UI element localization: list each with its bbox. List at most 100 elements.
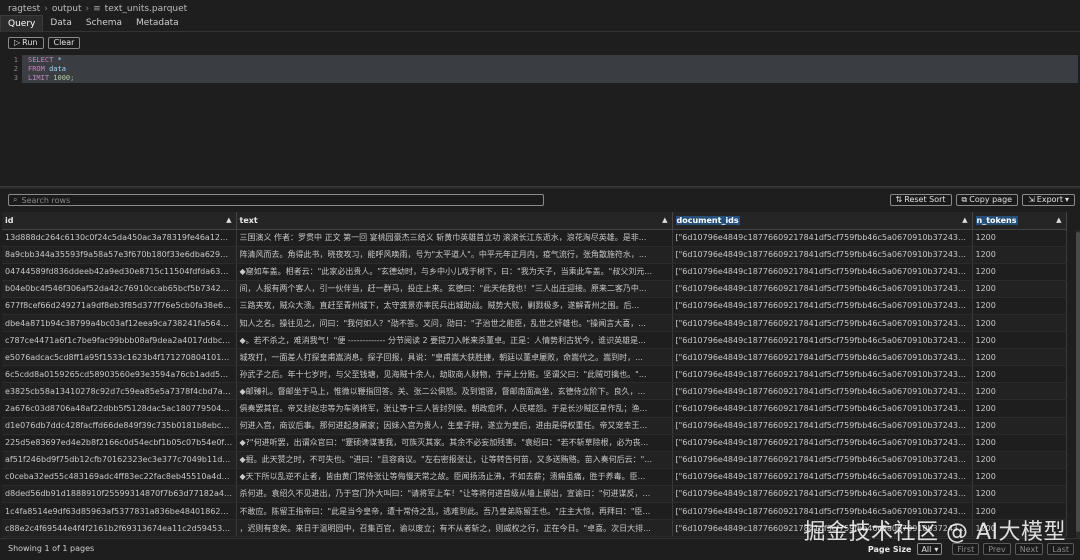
table-row[interactable]: d1e076db7ddc428facffd66de849f39c735b0181… bbox=[2, 417, 1067, 435]
cell-id[interactable]: 225d5e83697ed4e2b8f2166c0d54ecbf1b05c07b… bbox=[2, 434, 237, 452]
cell-n-tokens[interactable]: 1200 bbox=[972, 348, 1067, 367]
cell-document-ids[interactable]: ["6d10796e4849c18776609217841df5cf759fbb… bbox=[672, 297, 973, 315]
cell-document-ids[interactable]: ["6d10796e4849c18776609217841df5cf759fbb… bbox=[672, 417, 973, 435]
vertical-scrollbar[interactable] bbox=[1076, 230, 1080, 538]
table-row[interactable]: af51f246bd9f75db12cfb70162323ec3e377c704… bbox=[2, 451, 1067, 469]
cell-n-tokens[interactable]: 1200 bbox=[972, 297, 1067, 315]
cell-n-tokens[interactable]: 1200 bbox=[972, 331, 1067, 350]
table-row[interactable]: c0ceba32ed55c483169adc4ff83ec22fac8eb455… bbox=[2, 468, 1067, 486]
cell-n-tokens[interactable]: 1200 bbox=[972, 246, 1067, 264]
cell-n-tokens[interactable]: 1200 bbox=[972, 280, 1067, 298]
cell-n-tokens[interactable]: 1200 bbox=[972, 314, 1067, 333]
cell-id[interactable]: 2a676c03d8706a48af22dbb5f5128dac5ac18077… bbox=[2, 399, 237, 418]
cell-document-ids[interactable]: ["6d10796e4849c18776609217841df5cf759fbb… bbox=[672, 468, 973, 486]
table-row[interactable]: 2a676c03d8706a48af22dbb5f5128dac5ac18077… bbox=[2, 399, 1067, 418]
cell-id[interactable]: c88e2c4f69544e4f4f2161b2f69313674ea11c2d… bbox=[2, 519, 237, 538]
breadcrumb-part[interactable]: text_units.parquet bbox=[105, 4, 188, 14]
column-header-id[interactable]: id ▲ bbox=[2, 212, 237, 230]
table-row[interactable]: 8a9cbb344a35593f9a58a57e3f670b180f33e6db… bbox=[2, 246, 1067, 264]
cell-document-ids[interactable]: ["6d10796e4849c18776609217841df5cf759fbb… bbox=[672, 331, 973, 350]
cell-n-tokens[interactable]: 1200 bbox=[972, 382, 1067, 401]
cell-id[interactable]: 13d888dc264c6130c0f24c5da450ac3a78319fe4… bbox=[2, 229, 237, 247]
code-area[interactable]: SELECT * FROM data LIMIT 1000; bbox=[28, 56, 1080, 83]
cell-n-tokens[interactable]: 1200 bbox=[972, 434, 1067, 452]
cell-document-ids[interactable]: ["6d10796e4849c18776609217841df5cf759fbb… bbox=[672, 399, 973, 418]
cell-text[interactable]: ，迟则有变矣。来日于温明园中，召集百官，谕以废立；有不从者斩之，则威权之行，正在… bbox=[236, 519, 673, 538]
cell-text[interactable]: 知人之名。操往见之，问曰："我何如人？"劭不答。又问，劭曰："子治世之能臣，乱世… bbox=[236, 314, 673, 333]
cell-n-tokens[interactable]: 1200 bbox=[972, 263, 1067, 281]
cell-text[interactable]: 孙武子之后。年十七岁时，与父至钱塘，见海贼十余人，劫取商人财物，于岸上分赃。坚谓… bbox=[236, 365, 673, 384]
table-row[interactable]: 677f8cef66d249271a9df8eb3f85d377f76e5cb0… bbox=[2, 297, 1067, 315]
cell-id[interactable]: c787ce4471a6f1c7be9fac99bbb08af9dea2a401… bbox=[2, 331, 237, 350]
cell-id[interactable]: af51f246bd9f75db12cfb70162323ec3e377c704… bbox=[2, 451, 237, 469]
cell-document-ids[interactable]: ["6d10796e4849c18776609217841df5cf759fbb… bbox=[672, 263, 973, 281]
cell-document-ids[interactable]: ["6d10796e4849c18776609217841df5cf759fbb… bbox=[672, 451, 973, 469]
cell-document-ids[interactable]: ["6d10796e4849c18776609217841df5cf759fbb… bbox=[672, 382, 973, 401]
cell-id[interactable]: 677f8cef66d249271a9df8eb3f85d377f76e5cb0… bbox=[2, 297, 237, 315]
sql-editor[interactable]: 1 2 3 SELECT * FROM data LIMIT 1000; bbox=[0, 54, 1080, 186]
cell-id[interactable]: d1e076db7ddc428facffd66de849f39c735b0181… bbox=[2, 417, 237, 435]
cell-text[interactable]: 俱奏罢其官。帝又封赵忠等为车骑将军，张让等十三人皆封列侯。朝政愈坏，人民嗟怨。于… bbox=[236, 399, 673, 418]
reset-sort-button[interactable]: ⇅ Reset Sort bbox=[889, 194, 952, 206]
table-row[interactable]: e3825cb58a13410278c92d7c59ea85e5a7378f4c… bbox=[2, 382, 1067, 401]
cell-n-tokens[interactable]: 1200 bbox=[972, 468, 1067, 486]
cell-text[interactable]: ◆?"何进听罢，出谓众官曰："蹇硕谗谋害我，可族灭其家。其余不必妄加残害。"袁绍… bbox=[236, 434, 673, 452]
cell-text[interactable]: 何进入宫，商议后事。那何进起身屠家；因妹入宫为贵人，生皇子辩，遂立为皇后，进由是… bbox=[236, 417, 673, 435]
tab-metadata[interactable]: Metadata bbox=[129, 15, 186, 31]
search-box[interactable]: ⌕ bbox=[8, 194, 544, 206]
cell-n-tokens[interactable]: 1200 bbox=[972, 485, 1067, 504]
table-row[interactable]: d8ded56db91d1888910f25599314870f7b63d771… bbox=[2, 485, 1067, 504]
cell-text[interactable]: ◆邮臻礼。督邮坐于马上，惟微以鞭指回答。关、张二公俱怒。及到馆驿，督邮南面高坐，… bbox=[236, 382, 673, 401]
cell-id[interactable]: e5076adcac5cd8ff1a95f1533c1623b4f1712708… bbox=[2, 348, 237, 367]
cell-id[interactable]: 04744589fd836ddeeb42a9ed30e8715c11504fdf… bbox=[2, 263, 237, 281]
cell-text[interactable]: 阵清风而去。角得此书，晓夜攻习，能呼风唤雨，号为"太平道人"。中平元年正月内，疫… bbox=[236, 246, 673, 264]
cell-document-ids[interactable]: ["6d10796e4849c18776609217841df5cf759fbb… bbox=[672, 314, 973, 333]
breadcrumb-part[interactable]: ragtest bbox=[8, 4, 40, 14]
tab-query[interactable]: Query bbox=[0, 15, 44, 31]
cell-document-ids[interactable]: ["6d10796e4849c18776609217841df5cf759fbb… bbox=[672, 485, 973, 504]
cell-text[interactable]: ◆掘。此天赞之时，不可失也。"进曰："且容商议。"左右密报张让，让等转告何苗，又… bbox=[236, 451, 673, 469]
cell-id[interactable]: c0ceba32ed55c483169adc4ff83ec22fac8eb455… bbox=[2, 468, 237, 486]
cell-id[interactable]: 1c4fa8514e9df63d85963af5377831a836be4840… bbox=[2, 502, 237, 521]
cell-text[interactable]: 间，人报有两个客人，引一伙伴当，赶一群马，投庄上来。玄德曰："此天佑我也！"三人… bbox=[236, 280, 673, 298]
export-button[interactable]: ⇲ Export ▾ bbox=[1022, 194, 1075, 206]
cell-id[interactable]: dbe4a871b94c38799a4bc03af12eea9ca738241f… bbox=[2, 314, 237, 333]
cell-id[interactable]: 6c5cdd8a0159265cd58903560e93e3594a76cb1a… bbox=[2, 365, 237, 384]
cell-document-ids[interactable]: ["6d10796e4849c18776609217841df5cf759fbb… bbox=[672, 280, 973, 298]
column-header-n-tokens[interactable]: n_tokens ▲ bbox=[972, 212, 1067, 230]
table-row[interactable]: 13d888dc264c6130c0f24c5da450ac3a78319fe4… bbox=[2, 229, 1067, 247]
cell-id[interactable]: e3825cb58a13410278c92d7c59ea85e5a7378f4c… bbox=[2, 382, 237, 401]
cell-text[interactable]: 城攻打，一面差人打探皇甫嵩消息。探子回报，具说："皇甫嵩大获胜捷，朝廷以董卓屡败… bbox=[236, 348, 673, 367]
cell-id[interactable]: d8ded56db91d1888910f25599314870f7b63d771… bbox=[2, 485, 237, 504]
cell-text[interactable]: 三国演义 作者：罗贯中 正文 第一回 宴桃园豪杰三结义 斩黄巾英雄首立功 滚滚长… bbox=[236, 229, 673, 247]
table-row[interactable]: c787ce4471a6f1c7be9fac99bbb08af9dea2a401… bbox=[2, 331, 1067, 350]
search-input[interactable] bbox=[21, 195, 522, 205]
cell-document-ids[interactable]: ["6d10796e4849c18776609217841df5cf759fbb… bbox=[672, 229, 973, 247]
table-row[interactable]: e5076adcac5cd8ff1a95f1533c1623b4f1712708… bbox=[2, 348, 1067, 367]
table-row[interactable]: 6c5cdd8a0159265cd58903560e93e3594a76cb1a… bbox=[2, 365, 1067, 384]
cell-n-tokens[interactable]: 1200 bbox=[972, 451, 1067, 469]
table-row[interactable]: dbe4a871b94c38799a4bc03af12eea9ca738241f… bbox=[2, 314, 1067, 333]
cell-text[interactable]: 杀何进。袁绍久不见进出，乃于宫门外大叫曰："请将军上车！"让等将何进首级从墙上掷… bbox=[236, 485, 673, 504]
table-row[interactable]: 225d5e83697ed4e2b8f2166c0d54ecbf1b05c07b… bbox=[2, 434, 1067, 452]
column-header-text[interactable]: text ▲ bbox=[236, 212, 673, 230]
cell-id[interactable]: 8a9cbb344a35593f9a58a57e3f670b180f33e6db… bbox=[2, 246, 237, 264]
clear-button[interactable]: Clear bbox=[47, 37, 81, 49]
tab-data[interactable]: Data bbox=[43, 15, 79, 31]
cell-n-tokens[interactable]: 1200 bbox=[972, 229, 1067, 247]
cell-document-ids[interactable]: ["6d10796e4849c18776609217841df5cf759fbb… bbox=[672, 434, 973, 452]
column-header-document-ids[interactable]: document_ids ▲ bbox=[672, 212, 973, 230]
cell-text[interactable]: ◆窟如车盖。相者云："此家必出贵人。"玄德幼时，与乡中小儿戏于树下，曰："我为天… bbox=[236, 263, 673, 281]
tab-schema[interactable]: Schema bbox=[79, 15, 129, 31]
cell-text[interactable]: 三路夹攻，贼众大溃。直赶至青州城下，太守龚景亦率民兵出城助战。贼势大败，剿戮极多… bbox=[236, 297, 673, 315]
cell-text[interactable]: ◆。若不杀之，难消我气！"便 ------------- 分节阅读 2 要提刀入… bbox=[236, 331, 673, 350]
table-row[interactable]: b04e0bc4f546f306af52da42c76910ccab65bcf5… bbox=[2, 280, 1067, 298]
cell-document-ids[interactable]: ["6d10796e4849c18776609217841df5cf759fbb… bbox=[672, 348, 973, 367]
table-row[interactable]: 04744589fd836ddeeb42a9ed30e8715c11504fdf… bbox=[2, 263, 1067, 281]
scrollbar-thumb[interactable] bbox=[1076, 232, 1080, 532]
cell-document-ids[interactable]: ["6d10796e4849c18776609217841df5cf759fbb… bbox=[672, 365, 973, 384]
cell-n-tokens[interactable]: 1200 bbox=[972, 365, 1067, 384]
resize-handle[interactable] bbox=[0, 186, 1080, 189]
run-button[interactable]: ▷ Run bbox=[8, 37, 44, 49]
cell-n-tokens[interactable]: 1200 bbox=[972, 417, 1067, 435]
